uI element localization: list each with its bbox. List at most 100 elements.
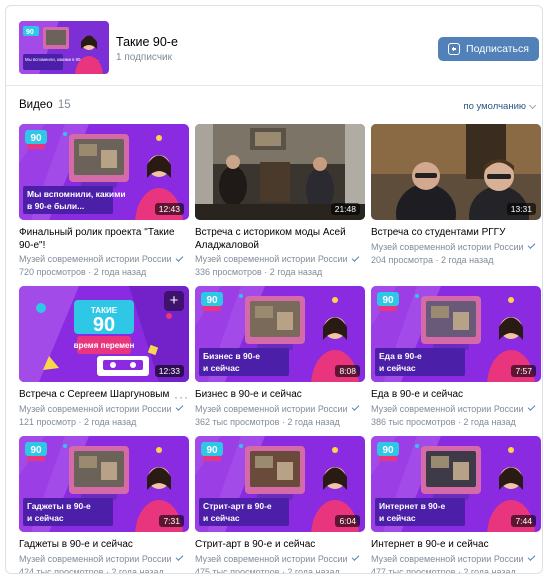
video-thumbnail[interactable]: 90 Бизнес в 90-е и сейчас 8:08: [195, 286, 365, 382]
video-meta: 386 тыс просмотров · 2 года назад: [371, 416, 516, 427]
video-title[interactable]: Еда в 90-е и сейчас: [371, 389, 541, 402]
video-card[interactable]: 90 Еда в 90-е и сейчас 7:57 Еда в 90-е и…: [371, 286, 541, 427]
video-author[interactable]: Музей современной истории России: [371, 241, 541, 252]
video-author-label: Музей современной истории России: [195, 254, 348, 264]
video-duration: 13:31: [506, 203, 536, 215]
video-card[interactable]: 90 Гаджеты в 90-е и сейчас 7:31 Гаджеты …: [19, 436, 189, 574]
video-meta: 477 тыс просмотров · 2 года назад: [371, 566, 516, 574]
plus-icon[interactable]: +: [164, 291, 184, 311]
video-author[interactable]: Музей современной истории России: [195, 553, 365, 564]
chevron-down-icon: [528, 101, 537, 109]
video-thumbnail[interactable]: 13:31: [371, 124, 541, 220]
svg-text:90: 90: [206, 295, 218, 306]
video-card[interactable]: 90 Бизнес в 90-е и сейчас 8:08 Бизнес в …: [195, 286, 365, 427]
video-meta: 121 просмотр · 2 года назад: [19, 416, 137, 427]
video-author[interactable]: Музей современной истории России: [371, 403, 541, 414]
video-author[interactable]: Музей современной истории России: [19, 403, 189, 414]
checkmark-icon: [351, 253, 359, 262]
video-thumbnail[interactable]: 90 Стрит-арт в 90-е и сейчас 6:04: [195, 436, 365, 532]
video-author[interactable]: Музей современной истории России: [19, 553, 189, 564]
more-dots-icon[interactable]: ···: [174, 390, 189, 404]
video-duration: 7:31: [159, 515, 184, 527]
video-author-label: Музей современной истории России: [371, 241, 524, 252]
video-duration: 8:08: [335, 365, 360, 377]
video-duration: 12:33: [154, 365, 184, 377]
svg-text:90: 90: [206, 445, 218, 456]
checkmark-icon: [527, 553, 535, 561]
video-meta: 424 тыс просмотров · 2 года назад: [19, 566, 164, 574]
checkmark-icon: [175, 253, 183, 262]
video-thumbnail[interactable]: 90 Гаджеты в 90-е и сейчас 7:31: [19, 436, 189, 532]
video-meta: 336 просмотров · 2 года назад: [195, 267, 323, 277]
video-title[interactable]: Стрит-арт в 90-е и сейчас: [195, 539, 365, 552]
channel-avatar[interactable]: 90 Мы вспомнили, какими в 90-е были...: [19, 21, 109, 74]
video-thumbnail[interactable]: 21:48: [195, 124, 365, 220]
svg-text:Стрит-арт в 90-е: Стрит-арт в 90-е: [203, 501, 272, 511]
video-author-label: Музей современной истории России: [19, 403, 172, 414]
video-duration: 6:04: [335, 515, 360, 527]
video-title[interactable]: Бизнес в 90-е и сейчас: [195, 389, 365, 402]
plus-square-icon: [448, 43, 461, 55]
video-duration: 21:48: [330, 203, 360, 215]
svg-text:Интернет в 90-е: Интернет в 90-е: [379, 501, 445, 511]
video-duration: 7:44: [511, 515, 536, 527]
svg-text:Бизнес в 90-е: Бизнес в 90-е: [203, 351, 260, 361]
video-author-label: Музей современной истории России: [19, 254, 172, 264]
sort-dropdown[interactable]: по умолчанию: [463, 101, 537, 112]
videos-section-title: Видео 15: [19, 99, 71, 111]
svg-text:90: 90: [30, 445, 42, 456]
video-title[interactable]: Финальный ролик проекта "Такие 90-е"!: [19, 227, 189, 252]
svg-text:90: 90: [382, 445, 394, 456]
channel-name[interactable]: Такие 90-е: [116, 35, 178, 49]
channel-videos-panel: 90 Мы вспомнили, какими в 90-е были... Т…: [5, 5, 543, 574]
video-card[interactable]: 90 Мы вспомнили, какими в 90-е были... 1…: [19, 124, 189, 277]
video-author[interactable]: Музей современной истории России: [195, 403, 365, 414]
video-author-label: Музей современной истории России: [371, 553, 524, 564]
video-duration: 12:43: [154, 203, 184, 215]
checkmark-icon: [351, 403, 359, 411]
video-author-label: Музей современной истории России: [371, 403, 524, 414]
svg-text:и сейчас: и сейчас: [379, 363, 416, 373]
svg-text:90: 90: [30, 133, 42, 144]
svg-text:90: 90: [26, 29, 34, 36]
video-thumbnail[interactable]: 90 Интернет в 90-е и сейчас 7:44: [371, 436, 541, 532]
video-title[interactable]: Интернет в 90-е и сейчас: [371, 539, 541, 552]
video-thumbnail[interactable]: 90 Мы вспомнили, какими в 90-е были... 1…: [19, 124, 189, 220]
video-thumbnail[interactable]: 90 Еда в 90-е и сейчас 7:57: [371, 286, 541, 382]
svg-text:90: 90: [382, 295, 394, 306]
video-duration: 7:57: [511, 365, 536, 377]
svg-text:Еда в 90-е: Еда в 90-е: [379, 351, 422, 361]
svg-text:и сейчас: и сейчас: [379, 513, 416, 523]
video-card[interactable]: 13:31 Встреча со студентами РГГУ Музей с…: [371, 124, 541, 265]
video-thumbnail[interactable]: ТАКИЕ 90 время перемен + 12:33: [19, 286, 189, 382]
svg-text:время перемен: время перемен: [74, 341, 135, 350]
video-title[interactable]: Гаджеты в 90-е и сейчас: [19, 539, 189, 552]
channel-subscribers: 1 подписчик: [116, 52, 172, 63]
video-card[interactable]: 90 Интернет в 90-е и сейчас 7:44 Интерне…: [371, 436, 541, 574]
video-card[interactable]: 21:48 Встреча с историком моды Асей Алад…: [195, 124, 365, 277]
video-author[interactable]: Музей современной истории России: [371, 553, 541, 564]
video-title[interactable]: Встреча с Сергеем Шаргуновым: [19, 389, 189, 402]
video-card[interactable]: 90 Стрит-арт в 90-е и сейчас 6:04 Стрит-…: [195, 436, 365, 574]
svg-text:и сейчас: и сейчас: [27, 513, 64, 523]
video-card[interactable]: ТАКИЕ 90 время перемен + 12:33 Встреча с…: [19, 286, 189, 427]
video-author-label: Музей современной истории России: [19, 553, 172, 564]
video-meta: 475 тыс просмотров · 2 года назад: [195, 566, 340, 574]
video-title[interactable]: Встреча со студентами РГГУ: [371, 227, 541, 240]
svg-text:Мы вспомнили, какими: Мы вспомнили, какими: [27, 189, 126, 199]
svg-text:и сейчас: и сейчас: [203, 363, 240, 373]
subscribe-button[interactable]: Подписаться: [438, 37, 539, 61]
video-meta: 362 тыс просмотров · 2 года назад: [195, 416, 340, 427]
videos-title-label: Видео: [19, 99, 53, 111]
video-author[interactable]: Музей современной истории России: [19, 253, 189, 264]
checkmark-icon: [527, 403, 535, 411]
video-title[interactable]: Встреча с историком моды Асей Аладжалово…: [195, 227, 365, 252]
checkmark-icon: [351, 553, 359, 561]
checkmark-icon: [527, 241, 535, 249]
videos-count: 15: [57, 99, 71, 111]
svg-text:в 90-е были...: в 90-е были...: [27, 201, 84, 211]
video-author[interactable]: Музей современной истории России: [195, 253, 365, 264]
video-meta: 720 просмотров · 2 года назад: [19, 267, 147, 277]
video-author-label: Музей современной истории России: [195, 553, 348, 564]
subscribe-label: Подписаться: [466, 43, 529, 55]
